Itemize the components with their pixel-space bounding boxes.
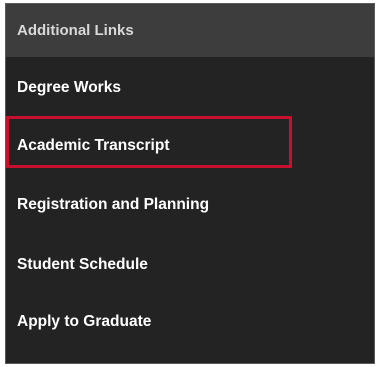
panel-title: Additional Links bbox=[17, 22, 134, 39]
link-student-schedule[interactable]: Student Schedule bbox=[17, 256, 148, 274]
link-academic-transcript[interactable]: Academic Transcript bbox=[17, 137, 169, 155]
link-registration-and-planning[interactable]: Registration and Planning bbox=[17, 196, 209, 214]
link-apply-to-graduate[interactable]: Apply to Graduate bbox=[17, 313, 151, 331]
additional-links-panel: Additional Links Degree Works Academic T… bbox=[5, 3, 375, 364]
link-degree-works[interactable]: Degree Works bbox=[17, 79, 121, 97]
panel-header: Additional Links bbox=[6, 4, 374, 57]
